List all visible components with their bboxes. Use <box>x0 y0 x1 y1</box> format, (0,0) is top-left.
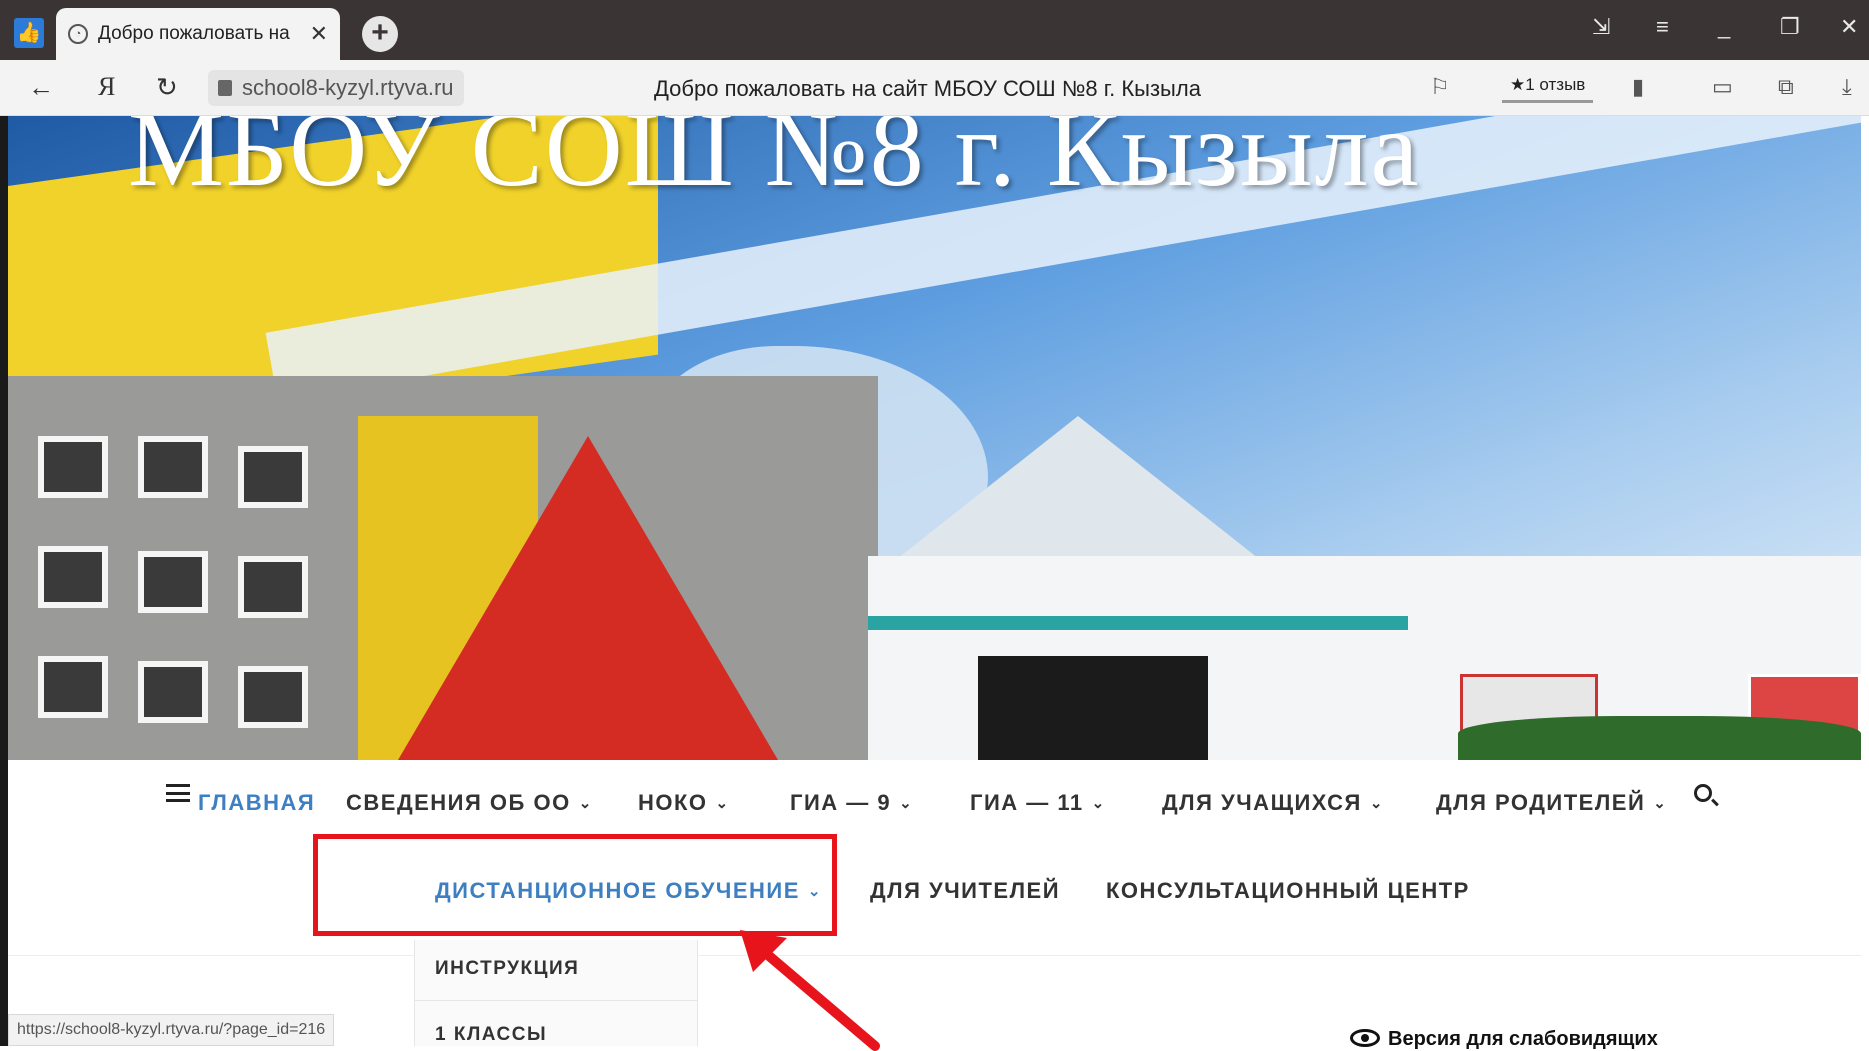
chevron-down-icon: ⌄ <box>578 795 593 812</box>
address-bar: ← Я ↻ school8-kyzyl.rtyva.ru Добро пожал… <box>0 60 1869 116</box>
menu-item-parents[interactable]: ДЛЯ РОДИТЕЛЕЙ ⌄ <box>1436 790 1667 816</box>
chevron-down-icon: ⌄ <box>1091 795 1106 812</box>
back-icon[interactable]: ← <box>28 72 54 103</box>
chevron-down-icon: ⌄ <box>899 795 914 812</box>
bookmark-icon[interactable]: ▮ <box>1632 74 1644 100</box>
reload-icon[interactable]: ↻ <box>156 72 178 103</box>
chevron-down-icon: ⌄ <box>715 795 730 812</box>
minimize-icon[interactable]: _ <box>1718 14 1730 40</box>
page-title: Добро пожаловать на сайт МБОУ СОШ №8 г. … <box>654 76 1201 101</box>
downloads-icon[interactable]: ⤓ <box>1842 74 1852 100</box>
chevron-down-icon: ⌄ <box>1369 795 1384 812</box>
yandex-browser-icon[interactable]: 👍 <box>14 18 44 48</box>
menu-item-consulting-center[interactable]: КОНСУЛЬТАЦИОННЫЙ ЦЕНТР <box>1106 878 1470 904</box>
menu-item-noko[interactable]: НОКО ⌄ <box>638 790 730 816</box>
menu-item-teachers[interactable]: ДЛЯ УЧИТЕЛЕЙ <box>870 878 1060 904</box>
yandex-logo-icon[interactable]: Я <box>98 72 115 102</box>
menu-item-main[interactable]: ГЛАВНАЯ <box>198 790 315 816</box>
banner-title: МБОУ СОШ №8 г. Кызыла <box>128 116 1421 209</box>
url-text: school8-kyzyl.rtyva.ru <box>242 75 454 100</box>
menu-item-gia11[interactable]: ГИА — 11 ⌄ <box>970 790 1106 816</box>
restore-icon[interactable]: ❐ <box>1780 14 1800 40</box>
main-menu: ГЛАВНАЯ СВЕДЕНИЯ ОБ ОО ⌄ НОКО ⌄ ГИА — 9 ⌄ Г… <box>8 760 1861 956</box>
window-close-icon[interactable]: ✕ <box>1840 14 1858 40</box>
menu-icon[interactable]: ≡ <box>1656 14 1669 40</box>
browser-tab[interactable]: ◔ Добро пожаловать на ✕ <box>56 8 340 60</box>
tab-title: Добро пожаловать на <box>98 23 290 44</box>
highlight-box <box>313 834 837 936</box>
tab-bar: 👍 ◔ Добро пожаловать на ✕ + ⇲ ≡ _ ❐ ✕ <box>0 0 1869 60</box>
hamburger-icon[interactable] <box>166 784 190 802</box>
menu-item-gia9[interactable]: ГИА — 9 ⌄ <box>790 790 913 816</box>
dropdown-item-grade1[interactable]: 1 КЛАССЫ <box>435 1024 547 1046</box>
annotation-arrow-icon <box>740 930 880 1051</box>
url-field[interactable]: school8-kyzyl.rtyva.ru <box>208 70 464 106</box>
extensions-icon[interactable]: ⧉ <box>1778 74 1794 100</box>
lock-icon <box>218 80 232 96</box>
menu-item-info[interactable]: СВЕДЕНИЯ ОБ ОО ⌄ <box>346 790 593 816</box>
site-banner: МБОУ СОШ №8 г. Кызыла <box>8 116 1861 760</box>
status-bar-url: https://school8-kyzyl.rtyva.ru/?page_id=… <box>8 1014 335 1046</box>
tab-close-icon[interactable]: ✕ <box>310 21 328 47</box>
new-tab-button[interactable]: + <box>362 16 398 52</box>
dropdown-item-instruction[interactable]: ИНСТРУКЦИЯ <box>435 958 579 980</box>
battery-saver-icon[interactable]: ▭ <box>1712 74 1733 100</box>
translate-icon[interactable]: ⚐ <box>1430 74 1450 100</box>
accessibility-version-link[interactable]: Версия для слабовидящих <box>1350 1028 1658 1051</box>
distance-learning-dropdown: ИНСТРУКЦИЯ 1 КЛАССЫ <box>414 940 698 1046</box>
bookmarks-panel-icon[interactable]: ⇲ <box>1592 14 1610 40</box>
chevron-down-icon: ⌄ <box>1653 795 1668 812</box>
menu-item-students[interactable]: ДЛЯ УЧАЩИХСЯ ⌄ <box>1162 790 1384 816</box>
favicon-icon: ◔ <box>68 24 88 44</box>
search-icon[interactable] <box>1694 784 1712 802</box>
reviews-button[interactable]: ★1 отзыв <box>1502 69 1594 103</box>
eye-icon <box>1350 1029 1380 1047</box>
